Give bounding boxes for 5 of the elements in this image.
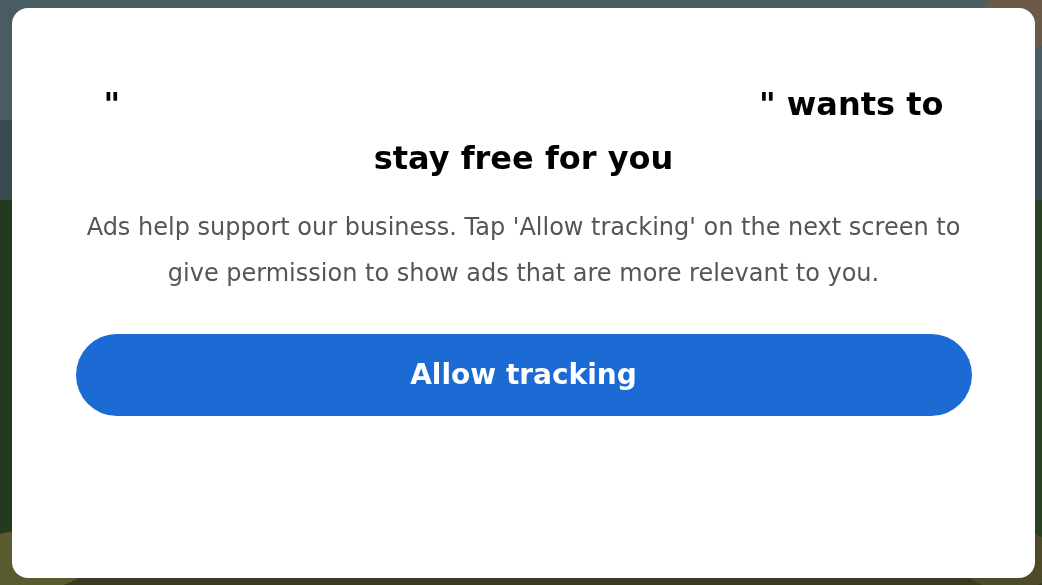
allow-tracking-button[interactable]: Allow tracking (75, 334, 972, 416)
title-text: stay free for you (373, 138, 674, 179)
title-text: " (103, 84, 121, 125)
message-text: Ads help support our business. Tap 'Allow tracking' on the next screen to give permission to show ads that are more relevant to you. (85, 212, 962, 289)
title-text: " wants to (759, 84, 944, 125)
